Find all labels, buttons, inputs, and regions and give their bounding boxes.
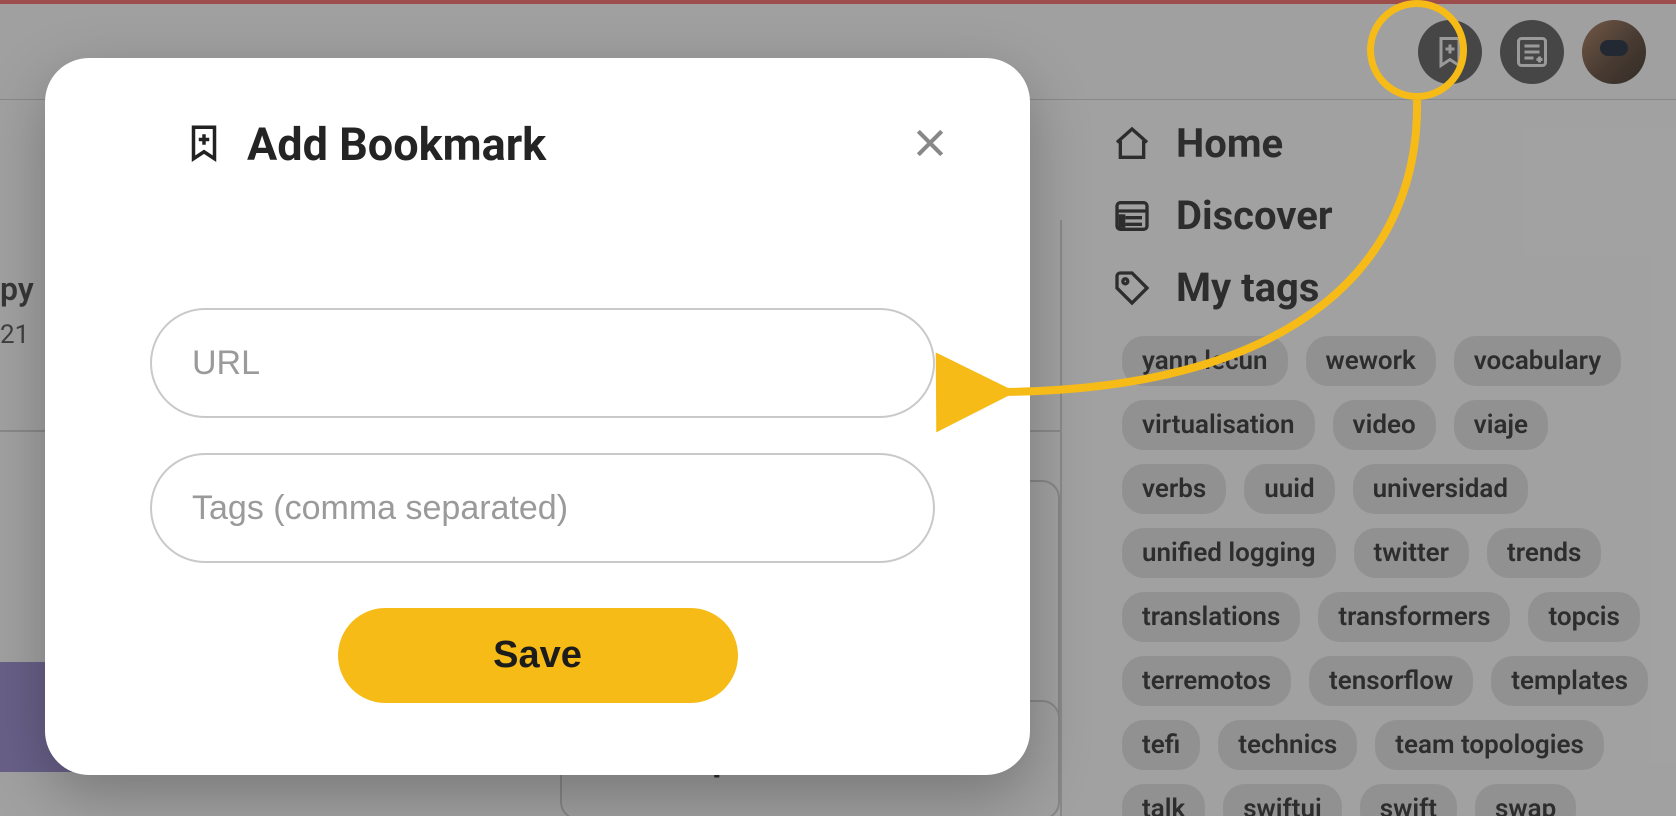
tag-chip[interactable]: uuid <box>1244 464 1334 514</box>
save-button[interactable]: Save <box>338 608 738 703</box>
close-button[interactable] <box>910 123 950 167</box>
tag-chip[interactable]: terremotos <box>1122 656 1291 706</box>
tag-chip[interactable]: topcis <box>1528 592 1639 642</box>
tag-chip[interactable]: verbs <box>1122 464 1226 514</box>
tag-chip[interactable]: video <box>1333 400 1436 450</box>
tag-chip[interactable]: unified logging <box>1122 528 1336 578</box>
tag-icon <box>1110 266 1154 310</box>
tag-chip[interactable]: swift <box>1360 784 1457 816</box>
user-avatar[interactable] <box>1582 20 1646 84</box>
tags-input[interactable] <box>150 453 935 563</box>
tag-chip[interactable]: virtualisation <box>1122 400 1315 450</box>
nav-label: Discover <box>1176 192 1333 239</box>
tag-chip[interactable]: trends <box>1487 528 1601 578</box>
tag-chip[interactable]: vocabulary <box>1454 336 1621 386</box>
left-column-peek: py 21 <box>0 270 50 350</box>
tag-chip[interactable]: translations <box>1122 592 1300 642</box>
tag-chip[interactable]: wework <box>1306 336 1436 386</box>
tag-chip[interactable]: technics <box>1218 720 1357 770</box>
modal-title: Add Bookmark <box>247 118 546 171</box>
modal-header: Add Bookmark <box>183 118 950 171</box>
right-sidebar: Home Discover My tags yann lecun wework vo… <box>1110 120 1650 816</box>
tag-chip[interactable]: universidad <box>1353 464 1528 514</box>
tag-chip[interactable]: swap <box>1475 784 1576 816</box>
tag-chip[interactable]: swiftui <box>1223 784 1342 816</box>
url-input[interactable] <box>150 308 935 418</box>
left-peek-sub: 21 <box>0 320 50 350</box>
nav-item-my-tags[interactable]: My tags <box>1110 264 1650 311</box>
bookmark-plus-icon <box>1432 34 1468 70</box>
bookmark-plus-icon <box>183 122 225 168</box>
list-plus-icon <box>1514 34 1550 70</box>
close-icon <box>910 123 950 163</box>
tag-chip[interactable]: templates <box>1491 656 1648 706</box>
add-list-button[interactable] <box>1500 20 1564 84</box>
nav-label: My tags <box>1176 264 1319 311</box>
tag-chip[interactable]: talk <box>1122 784 1205 816</box>
add-bookmark-modal: Add Bookmark Save <box>45 58 1030 775</box>
home-icon <box>1110 122 1154 166</box>
vertical-divider <box>1060 220 1062 816</box>
left-peek-text: py <box>0 270 50 308</box>
tag-chip[interactable]: viaje <box>1454 400 1548 450</box>
tag-chip[interactable]: twitter <box>1354 528 1470 578</box>
tag-chip[interactable]: tefi <box>1122 720 1200 770</box>
tag-cloud: yann lecun wework vocabulary virtualisation… <box>1110 336 1650 816</box>
tag-chip[interactable]: tensorflow <box>1309 656 1473 706</box>
newspaper-icon <box>1110 194 1154 238</box>
tag-chip[interactable]: team topologies <box>1375 720 1604 770</box>
nav-item-discover[interactable]: Discover <box>1110 192 1650 239</box>
tag-chip[interactable]: yann lecun <box>1122 336 1288 386</box>
nav-item-home[interactable]: Home <box>1110 120 1650 167</box>
tag-chip[interactable]: transformers <box>1318 592 1510 642</box>
add-bookmark-button[interactable] <box>1418 20 1482 84</box>
nav-label: Home <box>1176 120 1283 167</box>
